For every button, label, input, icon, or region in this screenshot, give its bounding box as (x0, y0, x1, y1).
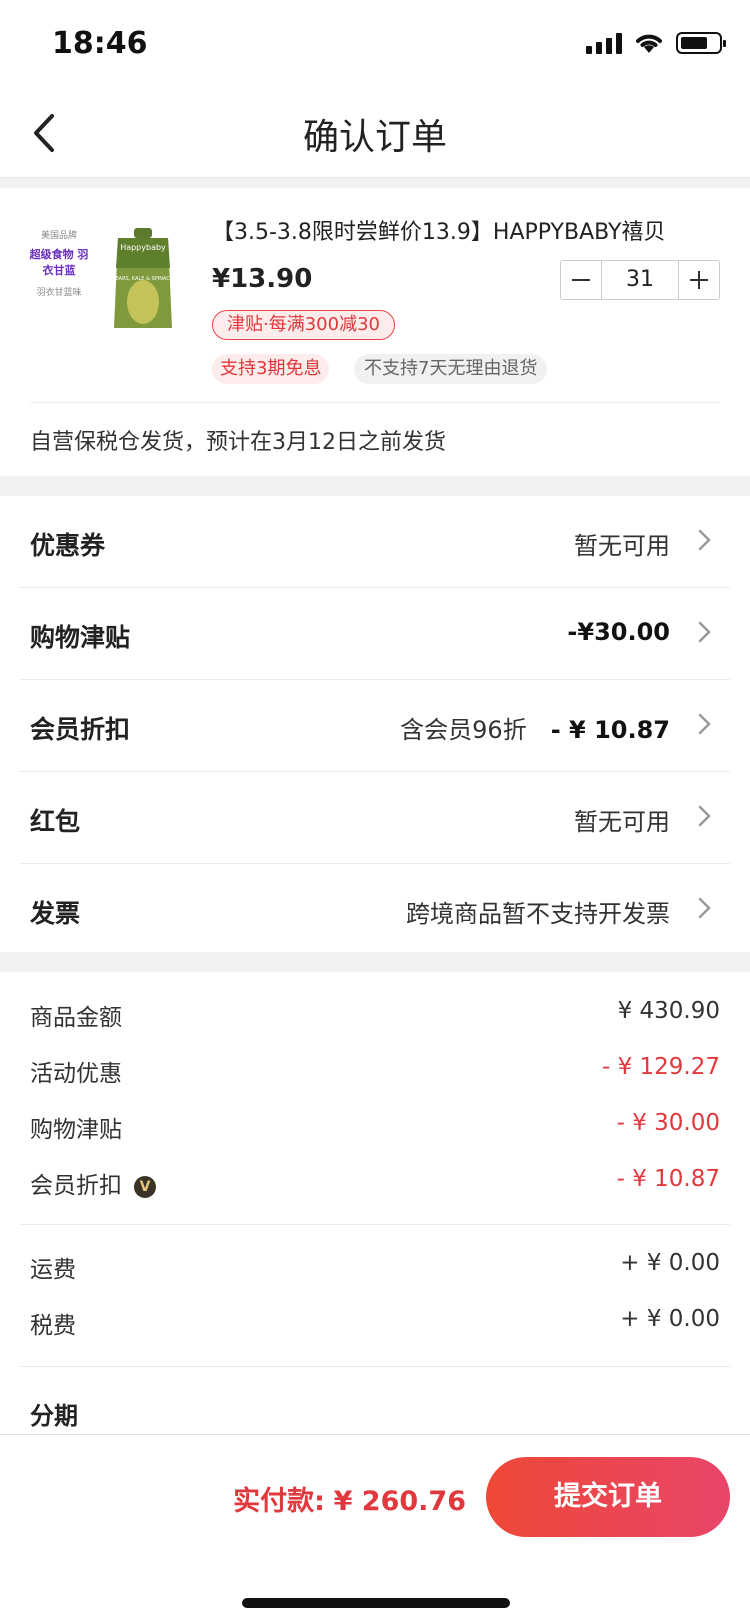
product-image-label: 美国品牌 超级食物 羽衣甘蓝 羽衣甘蓝味 (29, 231, 89, 298)
member-discount-summary-label: 会员折扣 (30, 1173, 122, 1199)
goods-amount-value: ¥ 430.90 (617, 998, 720, 1024)
minus-icon (572, 279, 590, 281)
red-packet-row[interactable]: 红包 暂无可用 (20, 772, 730, 864)
shipping-note: 自营保税仓发货，预计在3月12日之前发货 (30, 430, 446, 455)
member-discount-rate: 含会员96折 (400, 716, 527, 744)
chevron-right-icon (698, 713, 711, 735)
checkout-bar: 实付款: ¥ 260.76 提交订单 (0, 1434, 750, 1624)
product-pouch-image: Happybaby PEARS, KALE & SPINACH (112, 228, 174, 328)
return-policy-tag: 不支持7天无理由退货 (354, 354, 548, 384)
shipping-fee-row: 运费 + ¥ 0.00 (30, 1250, 720, 1290)
invoice-label: 发票 (30, 899, 81, 928)
shipping-fee-label: 运费 (30, 1257, 76, 1283)
pay-label: 实付款: (233, 1486, 325, 1517)
shopping-subsidy-label: 购物津贴 (30, 623, 131, 652)
member-discount-row[interactable]: 会员折扣 含会员96折 - ¥ 10.87 (20, 680, 730, 772)
product-price: ¥13.90 (212, 264, 313, 294)
subsidy-badge: 津贴·每满300减30 (212, 310, 395, 340)
chevron-right-icon (698, 621, 711, 643)
section-divider (0, 952, 750, 972)
cellular-signal-icon (586, 32, 622, 54)
promotion-label: 活动优惠 (30, 1061, 122, 1087)
coupon-value: 暂无可用 (574, 532, 670, 560)
status-bar: 18:46 (0, 0, 750, 90)
wifi-icon (636, 34, 662, 53)
increase-button[interactable] (679, 261, 719, 299)
tax-row: 税费 + ¥ 0.00 (30, 1306, 720, 1346)
shopping-subsidy-row[interactable]: 购物津贴 -¥30.00 (20, 588, 730, 680)
order-options: 优惠券 暂无可用 购物津贴 -¥30.00 会员折扣 含会员96折 - ¥ 10.… (0, 496, 750, 956)
decrease-button[interactable] (561, 261, 601, 299)
page-title: 确认订单 (302, 117, 447, 158)
status-time: 18:46 (52, 26, 148, 61)
product-card: 美国品牌 超级食物 羽衣甘蓝 羽衣甘蓝味 Happybaby PEARS, KA… (0, 188, 750, 476)
shopping-subsidy-value: -¥30.00 (567, 618, 670, 646)
installment-label[interactable]: 分期 (30, 1396, 78, 1431)
promotion-value: - ¥ 129.27 (601, 1054, 720, 1080)
coupon-label: 优惠券 (30, 531, 106, 560)
goods-amount-row: 商品金额 ¥ 430.90 (30, 998, 720, 1038)
shipping-fee-value: + ¥ 0.00 (620, 1250, 720, 1276)
vip-badge-icon: V (134, 1175, 156, 1198)
chevron-right-icon (698, 897, 711, 919)
pay-amount: ¥ 260.76 (333, 1486, 466, 1517)
plus-icon (690, 271, 708, 289)
goods-amount-label: 商品金额 (30, 1005, 122, 1031)
divider (30, 402, 720, 403)
member-discount-value: - ¥ 10.87 (550, 716, 670, 744)
subsidy-value: - ¥ 30.00 (616, 1110, 720, 1136)
battery-icon (676, 32, 726, 54)
submit-order-button[interactable]: 提交订单 (486, 1457, 730, 1537)
promotion-row: 活动优惠 - ¥ 129.27 (30, 1054, 720, 1094)
red-packet-label: 红包 (30, 807, 81, 836)
section-divider (0, 178, 750, 188)
member-discount-summary-row: 会员折扣 V - ¥ 10.87 (30, 1166, 720, 1206)
divider (20, 1366, 730, 1367)
total-pay: 实付款: ¥ 260.76 (233, 1479, 466, 1518)
red-packet-value: 暂无可用 (574, 808, 670, 836)
product-name[interactable]: 【3.5-3.8限时尝鲜价13.9】HAPPYBABY禧贝 (212, 214, 722, 246)
product-image[interactable]: 美国品牌 超级食物 羽衣甘蓝 羽衣甘蓝味 Happybaby PEARS, KA… (28, 228, 178, 358)
section-divider (0, 476, 750, 496)
member-discount-label: 会员折扣 (30, 715, 131, 744)
home-indicator[interactable] (242, 1598, 510, 1608)
nav-bar: 确认订单 (0, 90, 750, 178)
invoice-value: 跨境商品暂不支持开发票 (406, 900, 670, 928)
subsidy-label: 购物津贴 (30, 1117, 122, 1143)
invoice-row[interactable]: 发票 跨境商品暂不支持开发票 (20, 864, 730, 956)
pouch-brand: Happybaby (120, 243, 166, 252)
status-icons (586, 32, 726, 54)
quantity-input[interactable]: 31 (601, 261, 679, 299)
tax-label: 税费 (30, 1313, 76, 1339)
tax-value: + ¥ 0.00 (620, 1306, 720, 1332)
subsidy-row: 购物津贴 - ¥ 30.00 (30, 1110, 720, 1150)
pouch-text: PEARS, KALE & SPINACH (112, 276, 173, 282)
member-discount-summary-value: - ¥ 10.87 (616, 1166, 720, 1192)
chevron-right-icon (698, 529, 711, 551)
installment-tag: 支持3期免息 (212, 354, 330, 384)
coupon-row[interactable]: 优惠券 暂无可用 (20, 496, 730, 588)
chevron-right-icon (698, 805, 711, 827)
divider (20, 1224, 730, 1225)
quantity-stepper: 31 (560, 260, 720, 300)
